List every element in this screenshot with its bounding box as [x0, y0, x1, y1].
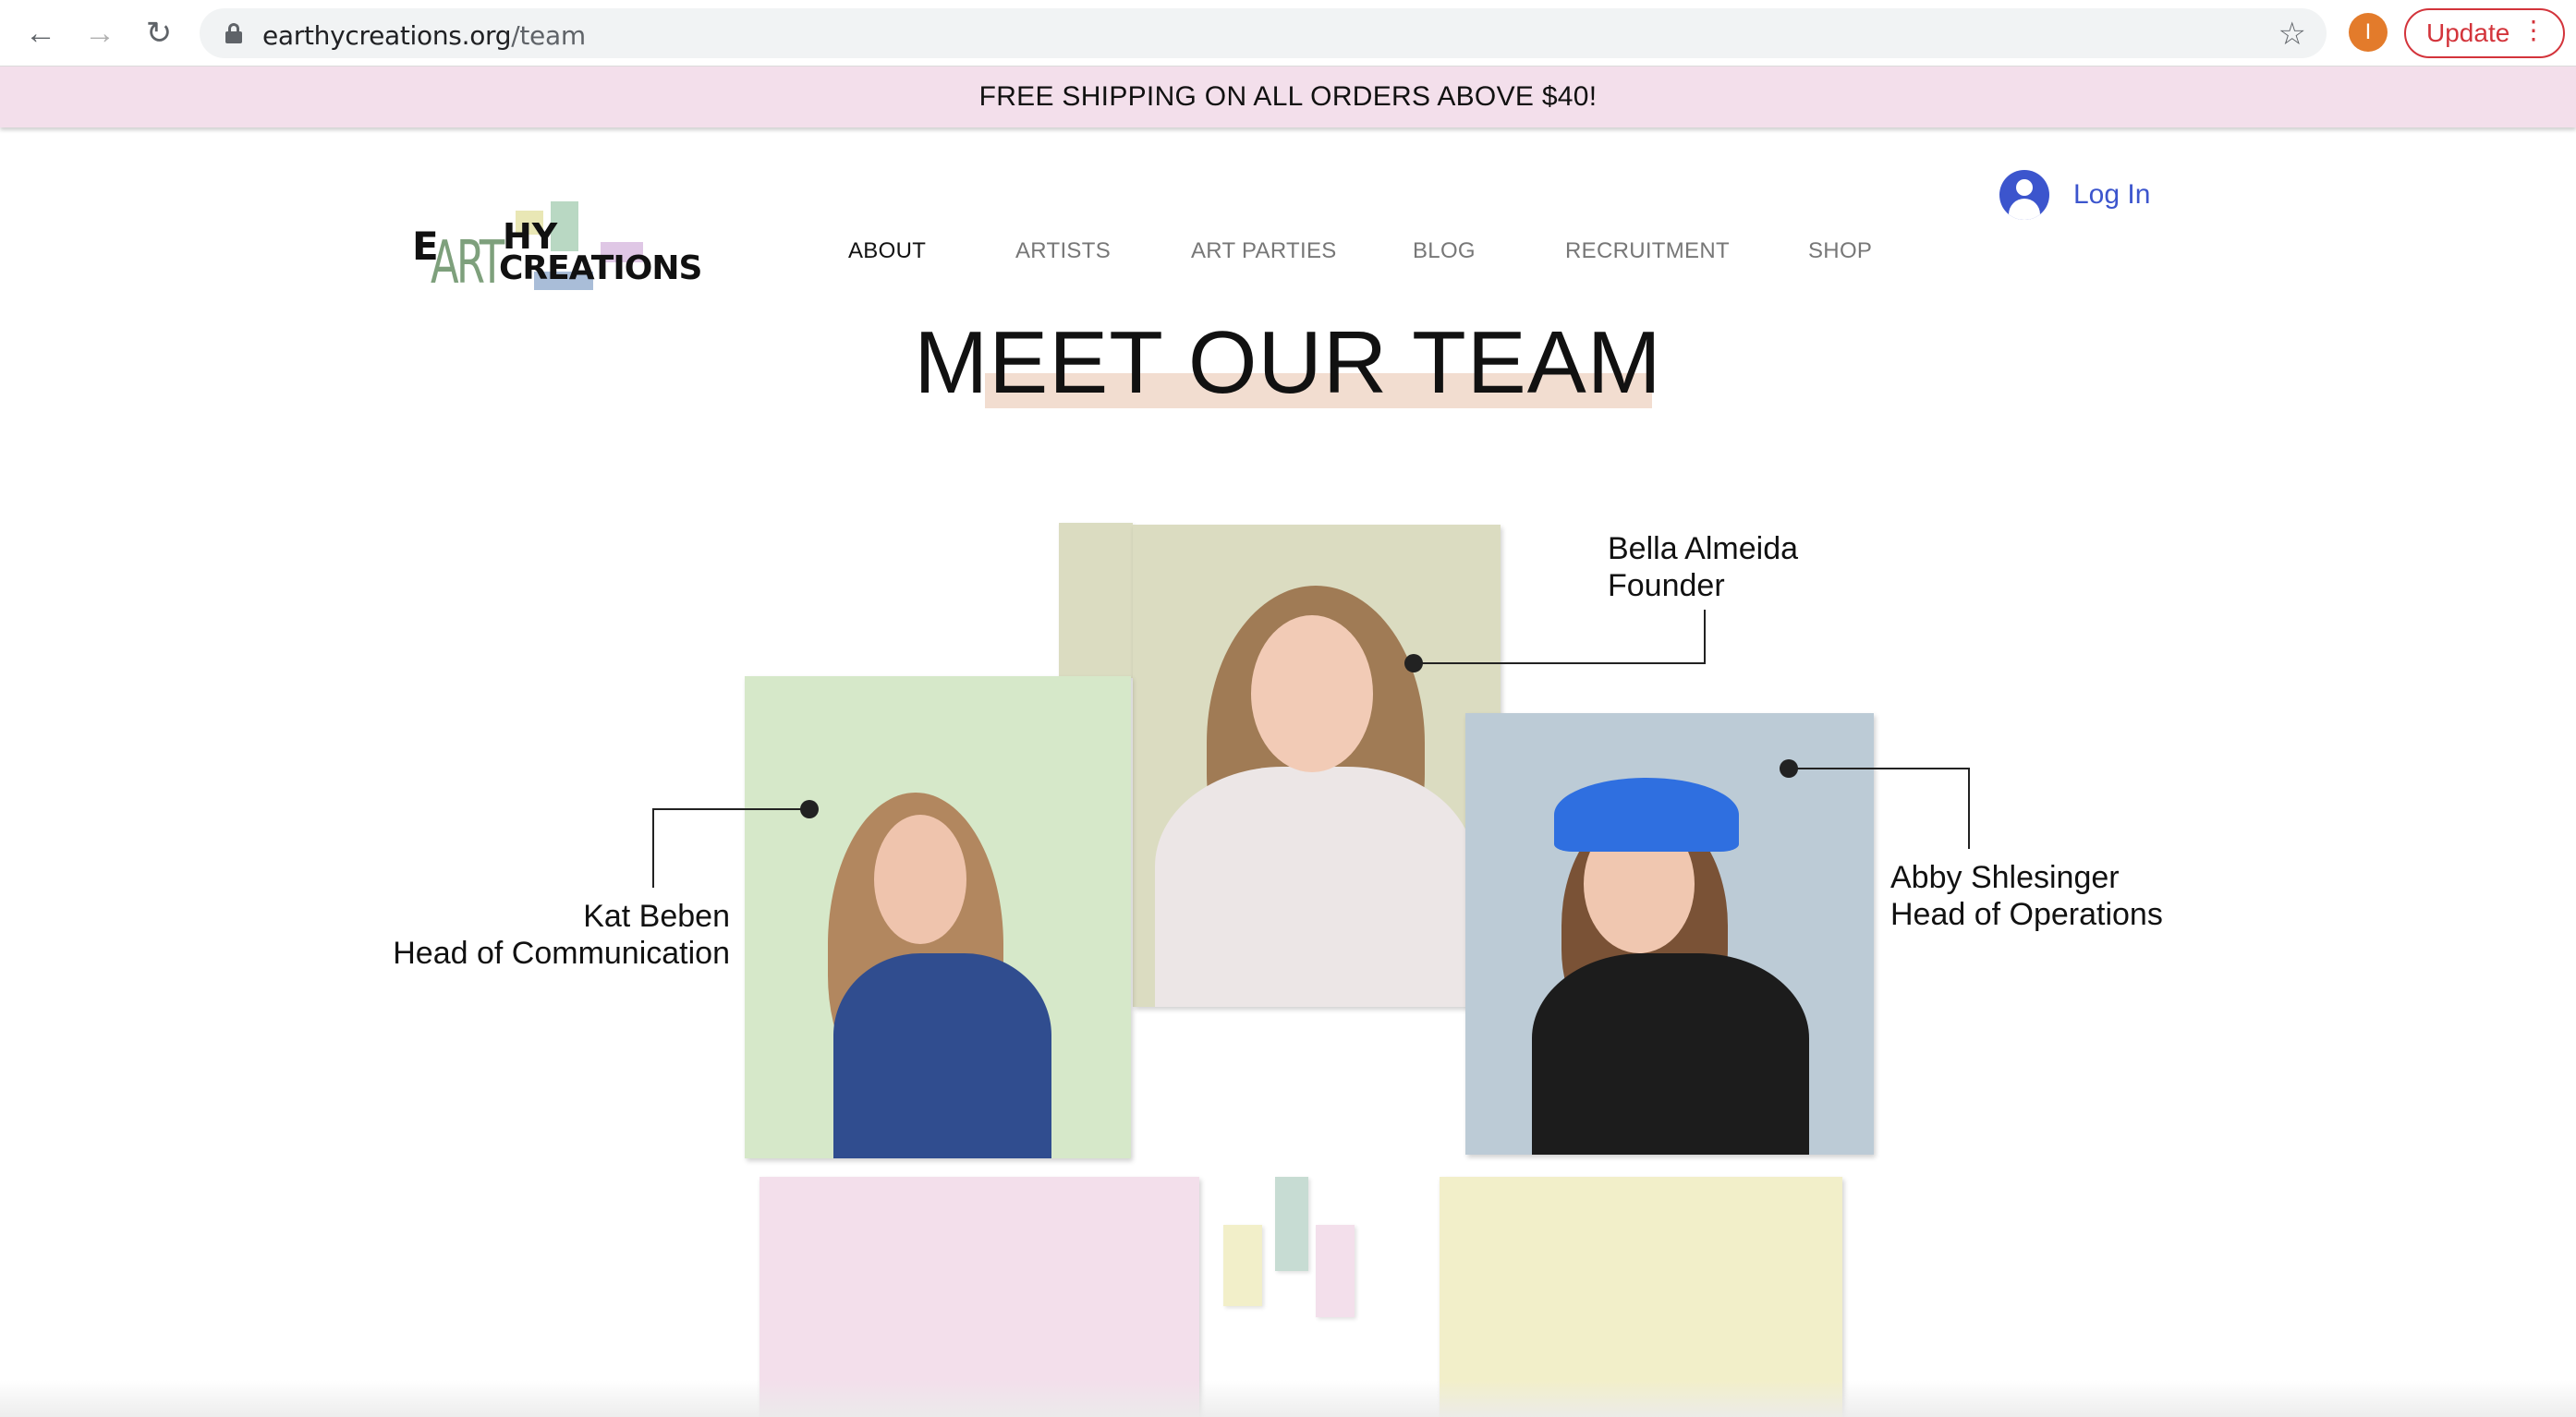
- member-name: Abby Shlesinger: [1890, 860, 2120, 895]
- nav-about[interactable]: ABOUT: [848, 238, 926, 264]
- url-host: earthycreations.org: [262, 20, 512, 51]
- update-label: Update: [2426, 18, 2510, 47]
- deco-block-yellow: [1223, 1225, 1262, 1306]
- caption-bella: Bella Almeida Founder: [1608, 530, 1798, 604]
- team-photo-kat: [745, 676, 1131, 1158]
- url-path: /team: [511, 20, 586, 51]
- deco-block-khaki: [1059, 523, 1133, 678]
- url-text[interactable]: earthycreations.org/team: [262, 20, 586, 51]
- member-name: Bella Almeida: [1608, 531, 1799, 566]
- deco-block-mint: [1275, 1177, 1308, 1271]
- forward-arrow-icon[interactable]: →: [79, 13, 120, 54]
- profile-avatar[interactable]: I: [2349, 13, 2388, 52]
- back-arrow-icon[interactable]: ←: [20, 13, 61, 54]
- nav-blog[interactable]: BLOG: [1413, 238, 1476, 264]
- nav-shop[interactable]: SHOP: [1808, 238, 1872, 264]
- lock-icon[interactable]: [225, 23, 242, 43]
- caption-abby: Abby Shlesinger Head of Operations: [1890, 859, 2163, 933]
- login-label[interactable]: Log In: [2073, 179, 2150, 211]
- connector-line-bella-vertical: [1704, 610, 1706, 664]
- nav-artists[interactable]: ARTISTS: [1015, 238, 1111, 264]
- connector-line-abby-vertical: [1968, 768, 1970, 849]
- star-icon[interactable]: ☆: [2278, 16, 2306, 53]
- connector-line-bella: [1414, 662, 1706, 664]
- nav-recruitment[interactable]: RECRUITMENT: [1565, 238, 1730, 264]
- team-photo-bella: [1133, 525, 1501, 1007]
- team-photo-abby: [1465, 713, 1874, 1155]
- update-button[interactable]: Update ⋮: [2404, 8, 2565, 58]
- member-role: Founder: [1608, 568, 1725, 603]
- member-name: Kat Beben: [583, 899, 730, 934]
- page-title: MEET OUR TEAM: [914, 313, 1662, 412]
- reload-icon[interactable]: ↻: [139, 13, 179, 54]
- member-role: Head of Operations: [1890, 897, 2163, 932]
- connector-line-abby: [1789, 768, 1970, 769]
- member-role: Head of Communication: [393, 936, 730, 971]
- bottom-fade: [0, 1380, 2576, 1417]
- caption-kat: Kat Beben Head of Communication: [360, 898, 730, 972]
- connector-line-kat: [652, 808, 809, 810]
- nav-art-parties[interactable]: ART PARTIES: [1191, 238, 1337, 264]
- main-nav: ABOUT ARTISTS ART PARTIES BLOG RECRUITME…: [0, 238, 2576, 272]
- deco-block-pink: [1316, 1225, 1355, 1317]
- menu-dots-icon[interactable]: ⋮: [2521, 18, 2546, 43]
- shipping-banner: FREE SHIPPING ON ALL ORDERS ABOVE $40!: [0, 67, 2576, 127]
- connector-line-kat-vertical: [652, 808, 654, 888]
- user-icon[interactable]: [1999, 170, 2049, 220]
- address-bar[interactable]: earthycreations.org/team ☆: [200, 8, 2327, 58]
- browser-toolbar: ← → ↻ earthycreations.org/team ☆ I Updat…: [0, 0, 2576, 67]
- login-button[interactable]: Log In: [1999, 170, 2150, 220]
